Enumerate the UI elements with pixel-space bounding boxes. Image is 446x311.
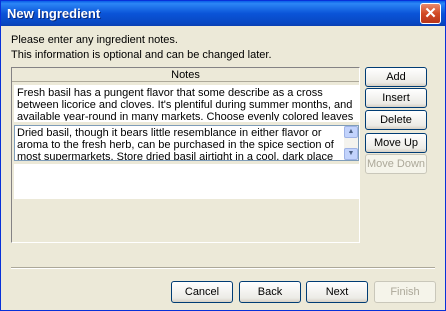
note-text[interactable]: Dried basil, though it bears little rese… [17,127,334,160]
cancel-button[interactable]: Cancel [171,281,233,303]
note-row[interactable]: Fresh basil has a pungent flavor that so… [14,85,359,122]
close-icon: ✕ [424,5,437,22]
note-scrollbar[interactable]: ▲ ▼ [344,126,358,160]
delete-button[interactable]: Delete [365,110,427,130]
finish-button[interactable]: Finish [374,281,436,303]
move-down-button[interactable]: Move Down [365,154,427,174]
scroll-up-icon[interactable]: ▲ [344,126,358,138]
next-button[interactable]: Next [306,281,368,303]
window-title: New Ingredient [7,6,101,21]
close-button[interactable]: ✕ [420,3,441,24]
intro-line-2: This information is optional and can be … [11,49,272,61]
move-up-button[interactable]: Move Up [365,133,427,153]
add-button[interactable]: Add [365,67,427,87]
note-row-selected[interactable]: Dried basil, though it bears little rese… [14,125,359,161]
notes-column-header[interactable]: Notes [12,68,359,82]
title-bar[interactable]: New Ingredient ✕ [1,1,445,26]
note-row-empty[interactable] [14,164,359,199]
scroll-down-icon[interactable]: ▼ [344,148,358,160]
new-ingredient-dialog: New Ingredient ✕ Please enter any ingred… [0,0,446,311]
separator [11,267,435,269]
insert-button[interactable]: Insert [365,88,427,108]
intro-line-1: Please enter any ingredient notes. [11,34,178,46]
notes-grid[interactable]: Notes Fresh basil has a pungent flavor t… [11,67,360,243]
back-button[interactable]: Back [239,281,301,303]
